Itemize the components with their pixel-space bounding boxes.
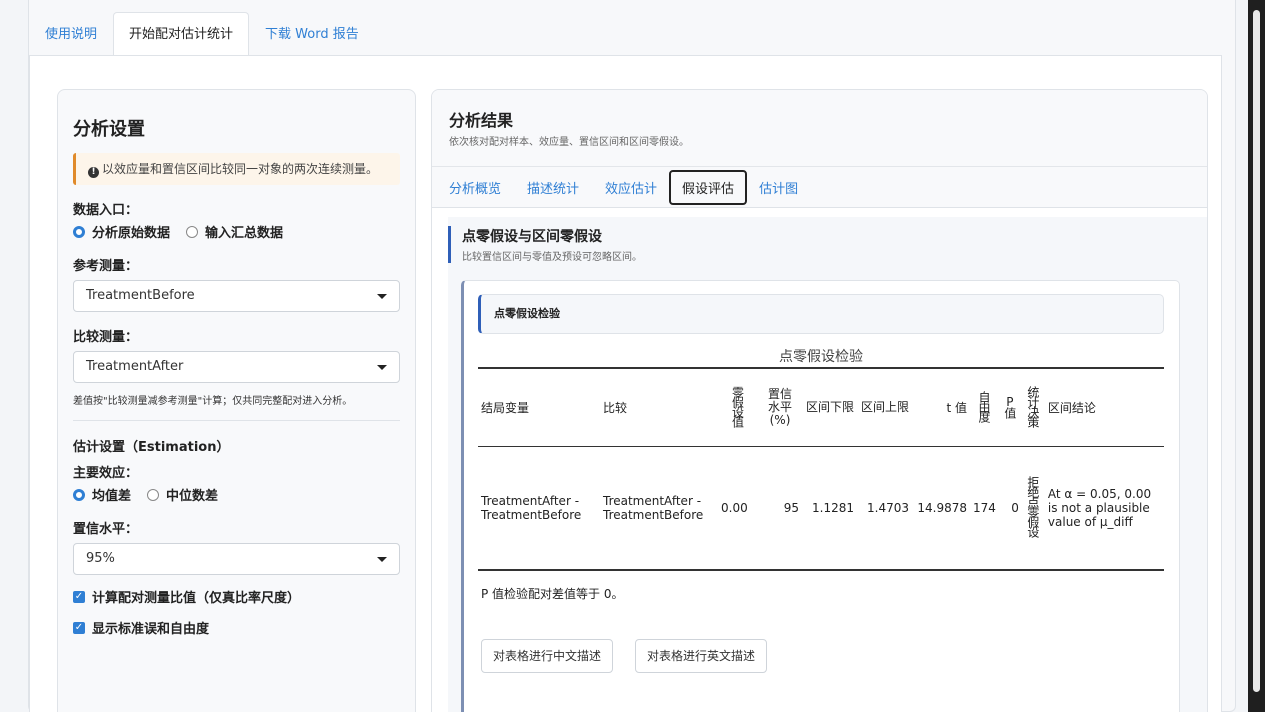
- table-footnote: P 值检验配对差值等于 0。: [481, 587, 624, 601]
- point-null-table: 结局变量 比较 零假设值 置信水平(%) 区间下限 区间上限 t 值 自由度 P…: [478, 367, 1164, 571]
- caret-down-icon: [377, 294, 387, 299]
- tab-hypothesis[interactable]: 假设评估: [669, 169, 748, 205]
- scrollbar-thumb[interactable]: [1253, 10, 1260, 692]
- results-subtitle: 依次核对配对样本、效应量、置信区间和区间零假设。: [449, 137, 689, 148]
- cell-decision-text: 拒绝点零假设: [1025, 476, 1040, 537]
- tab-descriptive[interactable]: 描述统计: [527, 178, 579, 197]
- settings-divider: [73, 420, 400, 421]
- cell-df: 174: [970, 446, 999, 571]
- check-se-label[interactable]: 显示标准误和自由度: [92, 618, 209, 637]
- col-conf-text: 置信水平(%): [767, 386, 792, 427]
- radio-mean-diff[interactable]: [73, 488, 85, 501]
- col-p-text: P值: [1002, 394, 1017, 417]
- conf-select[interactable]: 95%: [73, 543, 400, 575]
- col-conclusion: 区间结论: [1044, 367, 1164, 447]
- reference-label: 参考测量：: [73, 259, 139, 274]
- tab-effect[interactable]: 效应估计: [605, 178, 657, 197]
- reference-select-value: TreatmentBefore: [86, 288, 195, 303]
- cell-conclusion: At α = 0.05, 0.00 is not a plausible val…: [1044, 446, 1164, 571]
- info-icon: !: [88, 167, 99, 178]
- cell-null: 0.00: [718, 446, 758, 571]
- tab-download-report[interactable]: 下载 Word 报告: [249, 12, 375, 56]
- col-null: 零假设值: [718, 367, 758, 447]
- conf-label: 置信水平：: [73, 522, 139, 537]
- data-entry-label: 数据入口：: [73, 203, 139, 218]
- radio-mean-diff-label[interactable]: 均值差: [92, 485, 131, 504]
- describe-en-button[interactable]: 对表格进行英文描述: [635, 639, 768, 673]
- top-tab-bar: 使用说明 开始配对估计统计 下载 Word 报告: [29, 12, 375, 56]
- conf-select-value: 95%: [86, 551, 115, 566]
- compare-select[interactable]: TreatmentAfter: [73, 351, 400, 383]
- col-compare: 比较: [600, 367, 718, 447]
- data-entry-radio-group: 分析原始数据 输入汇总数据: [73, 222, 400, 241]
- estimation-label: 估计设置（Estimation）: [73, 440, 230, 455]
- col-t: t 值: [912, 367, 970, 447]
- tab-start-analysis[interactable]: 开始配对估计统计: [113, 12, 250, 56]
- cell-compare: TreatmentAfter - TreatmentBefore: [600, 446, 718, 571]
- results-title: 分析结果: [449, 111, 514, 130]
- cell-lower: 1.1281: [802, 446, 857, 571]
- col-null-text: 零假设值: [730, 385, 745, 426]
- section-subtitle: 比较置信区间与零值及预设可忽略区间。: [462, 252, 642, 263]
- describe-cn-button[interactable]: 对表格进行中文描述: [481, 639, 614, 673]
- check-ratio-row[interactable]: ✓ 计算配对测量比值（仅真比率尺度）: [73, 587, 400, 606]
- check-se-row[interactable]: ✓ 显示标准误和自由度: [73, 618, 400, 637]
- difference-hint: 差值按"比较测量减参考测量"计算；仅共同完整配对进入分析。: [73, 396, 353, 407]
- table-row: TreatmentAfter - TreatmentBefore Treatme…: [478, 446, 1164, 571]
- results-tab-bar: 分析概览 描述统计 效应估计 假设评估 估计图: [449, 167, 1190, 207]
- col-decision: 统计决策: [1021, 367, 1045, 447]
- results-header: 分析结果 依次核对配对样本、效应量、置信区间和区间零假设。 分析概览 描述统计 …: [432, 90, 1207, 208]
- col-upper-text: 区间上限: [861, 399, 910, 414]
- col-lower-text: 区间下限: [806, 399, 855, 414]
- hypothesis-content: 点零假设与区间零假设 比较置信区间与零值及预设可忽略区间。 点零假设检验 点零假…: [448, 217, 1207, 712]
- col-upper: 区间上限: [857, 367, 912, 447]
- radio-median-diff[interactable]: [147, 488, 160, 501]
- card-title: 点零假设检验: [478, 294, 1164, 334]
- col-decision-text: 统计决策: [1025, 385, 1040, 426]
- radio-raw-data-label[interactable]: 分析原始数据: [92, 222, 170, 241]
- table-header-row: 结局变量 比较 零假设值 置信水平(%) 区间下限 区间上限 t 值 自由度 P…: [478, 367, 1164, 447]
- cell-p: 0: [998, 446, 1022, 571]
- cell-upper: 1.4703: [857, 446, 912, 571]
- col-outcome: 结局变量: [478, 367, 600, 447]
- tab-estimation-plot[interactable]: 估计图: [759, 178, 798, 197]
- cell-outcome: TreatmentAfter - TreatmentBefore: [478, 446, 600, 571]
- col-p: P值: [998, 367, 1022, 447]
- radio-raw-data[interactable]: [73, 225, 85, 238]
- cell-decision: 拒绝点零假设: [1021, 446, 1045, 571]
- col-conf: 置信水平(%): [758, 367, 802, 447]
- results-panel: 分析结果 依次核对配对样本、效应量、置信区间和区间零假设。 分析概览 描述统计 …: [431, 89, 1208, 712]
- radio-summary-data-label[interactable]: 输入汇总数据: [205, 222, 283, 241]
- caret-down-icon: [377, 365, 387, 370]
- scrollbar[interactable]: [1248, 0, 1265, 712]
- col-df: 自由度: [970, 367, 999, 447]
- radio-summary-data[interactable]: [186, 225, 199, 238]
- tab-overview[interactable]: 分析概览: [449, 178, 501, 197]
- compare-label: 比较测量：: [73, 330, 139, 345]
- check-se-checkbox[interactable]: ✓: [73, 621, 85, 634]
- effect-radio-group: 均值差 中位数差: [73, 485, 400, 504]
- settings-note-text: 以效应量和置信区间比较同一对象的两次连续测量。: [102, 162, 379, 176]
- point-null-card: 点零假设检验 点零假设检验 结局变量 比较 零假设值 置信水平(%) 区间下限 …: [461, 280, 1180, 712]
- check-ratio-checkbox[interactable]: ✓: [73, 590, 85, 603]
- section-title: 点零假设与区间零假设: [462, 229, 602, 245]
- effect-label: 主要效应：: [73, 466, 139, 481]
- table-caption: 点零假设检验: [779, 349, 863, 365]
- section-header: 点零假设与区间零假设 比较置信区间与零值及预设可忽略区间。: [448, 226, 1207, 263]
- radio-median-diff-label[interactable]: 中位数差: [166, 485, 218, 504]
- compare-select-value: TreatmentAfter: [86, 359, 184, 374]
- reference-select[interactable]: TreatmentBefore: [73, 280, 400, 312]
- settings-panel: 分析设置 ! 以效应量和置信区间比较同一对象的两次连续测量。 数据入口： 分析原始…: [57, 89, 416, 712]
- cell-conf: 95: [758, 446, 802, 571]
- settings-title: 分析设置: [73, 119, 145, 140]
- tab-usage[interactable]: 使用说明: [29, 12, 113, 56]
- cell-t: 14.9878: [912, 446, 970, 571]
- col-df-text: 自由度: [976, 390, 991, 421]
- settings-note: ! 以效应量和置信区间比较同一对象的两次连续测量。: [73, 153, 400, 185]
- caret-down-icon: [377, 557, 387, 562]
- col-lower: 区间下限: [802, 367, 857, 447]
- check-ratio-label[interactable]: 计算配对测量比值（仅真比率尺度）: [92, 587, 300, 606]
